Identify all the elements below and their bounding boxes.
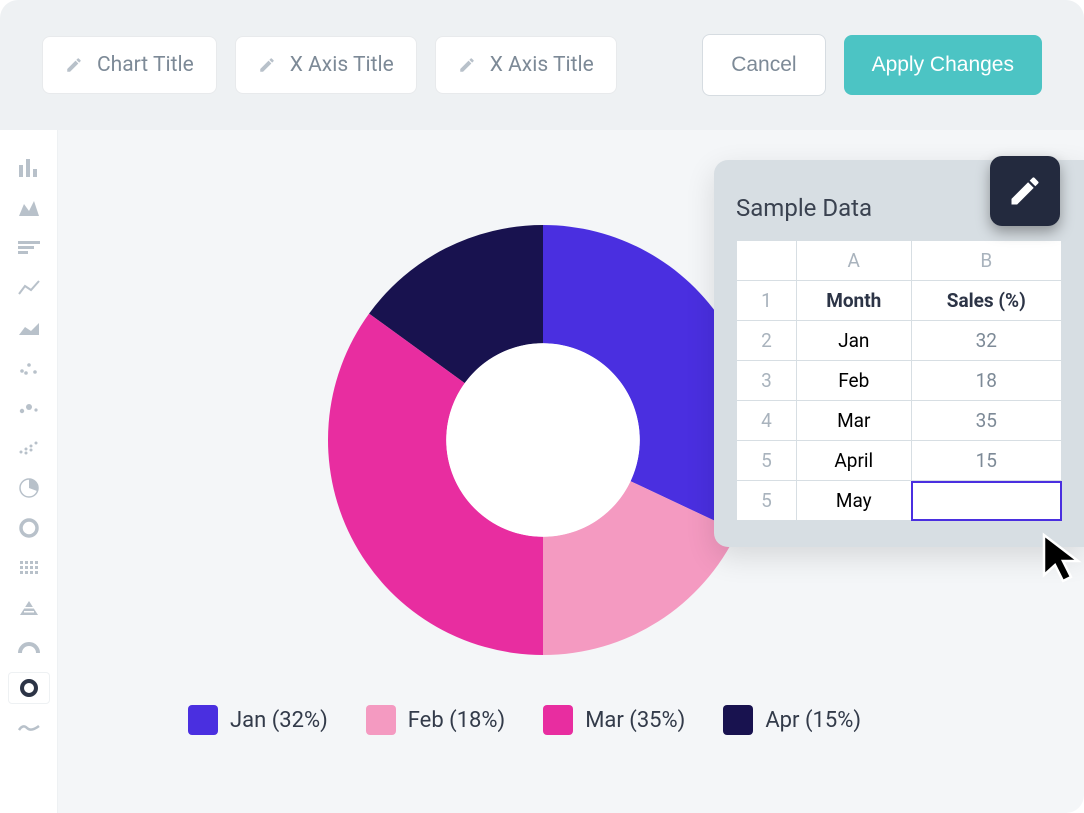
chart-title-input[interactable]: Chart Title: [42, 36, 217, 94]
stacked-area-icon[interactable]: [8, 312, 50, 344]
column-header-b[interactable]: B: [911, 241, 1062, 281]
pencil-icon: [1007, 173, 1043, 209]
mouse-cursor-icon: [1038, 531, 1084, 589]
chart-canvas: Jan (32%) Feb (18%) Mar (35%) Apr (15%) …: [58, 130, 1084, 813]
grid-icon[interactable]: [8, 552, 50, 584]
sparkline-icon[interactable]: [8, 712, 50, 744]
data-table[interactable]: A B 1 Month Sales (%) 2 Jan 32 3 Feb 18: [736, 240, 1062, 521]
row-number[interactable]: 5: [737, 441, 797, 481]
row-number[interactable]: 4: [737, 401, 797, 441]
stacked-bar-icon[interactable]: [8, 232, 50, 264]
cell-a[interactable]: April: [797, 441, 912, 481]
table-row: 4 Mar 35: [737, 401, 1062, 441]
table-row: 2 Jan 32: [737, 321, 1062, 361]
x-axis-title-input-1[interactable]: X Axis Title: [235, 36, 417, 94]
column-header-a[interactable]: A: [797, 241, 912, 281]
chart-title-text: Chart Title: [97, 53, 194, 77]
area-chart-icon[interactable]: [8, 192, 50, 224]
table-row: 5 May: [737, 481, 1062, 521]
apply-changes-button[interactable]: Apply Changes: [844, 35, 1042, 95]
cell-b[interactable]: 18: [911, 361, 1062, 401]
row-number[interactable]: 3: [737, 361, 797, 401]
top-toolbar: Chart Title X Axis Title X Axis Title Ca…: [0, 0, 1084, 130]
legend-label: Feb (18%): [408, 708, 505, 733]
pencil-icon: [458, 56, 476, 74]
row-number[interactable]: 5: [737, 481, 797, 521]
pencil-icon: [258, 56, 276, 74]
cell-b[interactable]: Sales (%): [911, 281, 1062, 321]
edit-data-button[interactable]: [990, 156, 1060, 226]
legend-item: Mar (35%): [543, 705, 685, 735]
bubble-chart-icon[interactable]: [8, 392, 50, 424]
pencil-icon: [65, 56, 83, 74]
legend-label: Jan (32%): [230, 708, 328, 733]
ring-chart-icon[interactable]: [8, 672, 50, 704]
x-axis-title-input-2[interactable]: X Axis Title: [435, 36, 617, 94]
legend-swatch: [723, 705, 753, 735]
cell-a[interactable]: May: [797, 481, 912, 521]
row-number[interactable]: 2: [737, 321, 797, 361]
chart-type-sidebar: [0, 130, 58, 813]
sample-data-panel: Sample Data A B 1 Month Sales (%) 2 Jan …: [714, 160, 1084, 547]
main-area: Jan (32%) Feb (18%) Mar (35%) Apr (15%) …: [0, 130, 1084, 813]
cell-a[interactable]: Mar: [797, 401, 912, 441]
legend-item: Apr (15%): [723, 705, 861, 735]
cell-a[interactable]: Month: [797, 281, 912, 321]
cancel-button[interactable]: Cancel: [702, 34, 825, 96]
legend-swatch: [366, 705, 396, 735]
pyramid-icon[interactable]: [8, 592, 50, 624]
legend-item: Jan (32%): [188, 705, 328, 735]
donut-chart-icon[interactable]: [8, 512, 50, 544]
legend-swatch: [188, 705, 218, 735]
legend-swatch: [543, 705, 573, 735]
cell-b-selected[interactable]: [911, 481, 1062, 521]
legend-item: Feb (18%): [366, 705, 505, 735]
legend-label: Mar (35%): [585, 708, 685, 733]
scatter-plot-icon[interactable]: [8, 352, 50, 384]
table-corner-cell[interactable]: [737, 241, 797, 281]
line-chart-icon[interactable]: [8, 272, 50, 304]
cell-b[interactable]: 35: [911, 401, 1062, 441]
gauge-icon[interactable]: [8, 632, 50, 664]
cell-a[interactable]: Feb: [797, 361, 912, 401]
x-axis-title-1-text: X Axis Title: [290, 53, 394, 77]
cell-b[interactable]: 15: [911, 441, 1062, 481]
bar-chart-icon[interactable]: [8, 152, 50, 184]
cell-b[interactable]: 32: [911, 321, 1062, 361]
cell-a[interactable]: Jan: [797, 321, 912, 361]
table-row: 3 Feb 18: [737, 361, 1062, 401]
x-axis-title-2-text: X Axis Title: [490, 53, 594, 77]
table-row: 1 Month Sales (%): [737, 281, 1062, 321]
table-row: 5 April 15: [737, 441, 1062, 481]
dot-matrix-icon[interactable]: [8, 432, 50, 464]
legend-label: Apr (15%): [765, 708, 861, 733]
donut-chart: [318, 215, 768, 669]
pie-chart-icon[interactable]: [8, 472, 50, 504]
chart-legend: Jan (32%) Feb (18%) Mar (35%) Apr (15%): [188, 705, 861, 735]
row-number[interactable]: 1: [737, 281, 797, 321]
